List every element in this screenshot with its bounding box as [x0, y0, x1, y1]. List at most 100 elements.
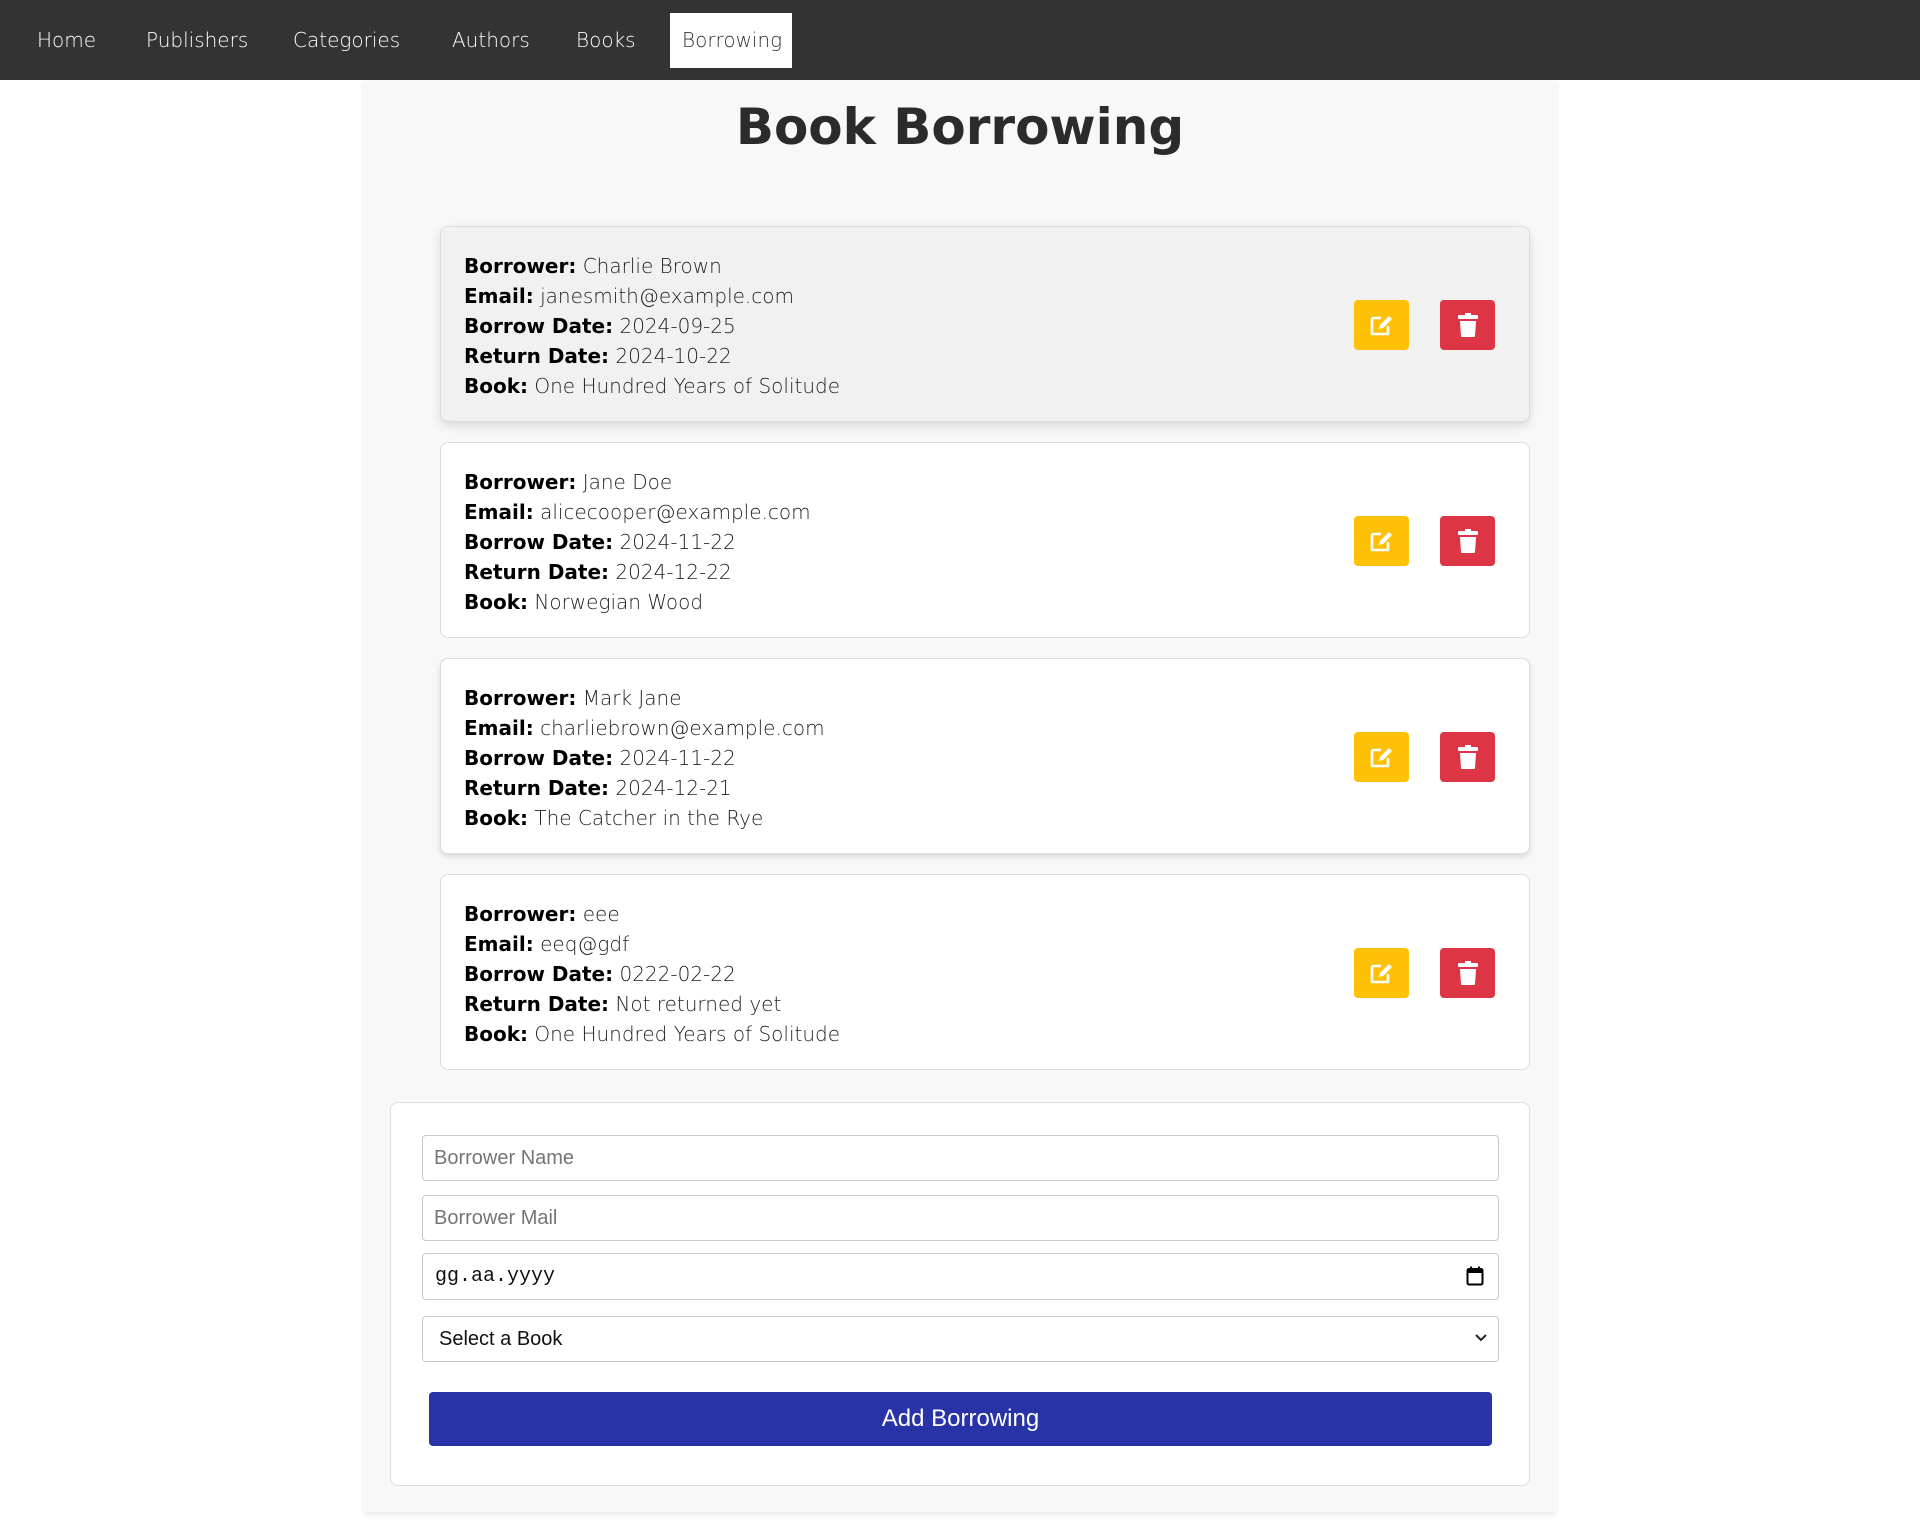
- borrowing-details: Borrower: Jane Doe Email: alicecooper@ex…: [464, 467, 811, 617]
- email-label: Email:: [464, 500, 534, 524]
- borrowing-card: Borrower: Mark Jane Email: charliebrown@…: [440, 658, 1530, 854]
- trash-icon: [1457, 529, 1478, 553]
- main-container: Book Borrowing Borrower: Charlie Brown E…: [364, 80, 1556, 1512]
- add-borrowing-form: gg.aa.yyyy Select a Book Add Borrowing: [390, 1102, 1530, 1486]
- email-line: Email: eeq@gdf: [464, 929, 840, 959]
- return-date-line: Return Date: 2024-12-21: [464, 773, 825, 803]
- book-value: Norwegian Wood: [534, 590, 704, 614]
- borrow-date-input[interactable]: gg.aa.yyyy: [422, 1253, 1499, 1300]
- edit-button[interactable]: [1354, 300, 1409, 350]
- nav-item-borrowing[interactable]: Borrowing: [670, 13, 792, 68]
- page-title: Book Borrowing: [735, 98, 1185, 156]
- return-date-value: Not returned yet: [615, 992, 782, 1016]
- return-date-label: Return Date:: [464, 560, 610, 584]
- borrower-value: Charlie Brown: [582, 254, 722, 278]
- borrow-date-value: 0222-02-22: [619, 962, 736, 986]
- borrowing-card: Borrower: eee Email: eeq@gdf Borrow Date…: [440, 874, 1530, 1070]
- nav-item-publishers[interactable]: Publishers: [133, 13, 261, 68]
- email-label: Email:: [464, 932, 534, 956]
- top-nav: Home Publishers Categories Authors Books…: [0, 0, 1920, 80]
- borrow-date-value: 2024-11-22: [619, 746, 736, 770]
- book-line: Book: Norwegian Wood: [464, 587, 811, 617]
- borrower-line: Borrower: Charlie Brown: [464, 251, 840, 281]
- email-line: Email: alicecooper@example.com: [464, 497, 811, 527]
- book-value: The Catcher in the Rye: [534, 806, 764, 830]
- edit-button[interactable]: [1354, 948, 1409, 998]
- edit-icon: [1370, 316, 1392, 336]
- delete-button[interactable]: [1440, 948, 1495, 998]
- return-date-label: Return Date:: [464, 344, 610, 368]
- nav-item-books[interactable]: Books: [563, 13, 649, 68]
- edit-icon: [1370, 748, 1392, 768]
- nav-item-home[interactable]: Home: [24, 13, 109, 68]
- return-date-value: 2024-10-22: [615, 344, 732, 368]
- edit-button[interactable]: [1354, 732, 1409, 782]
- book-line: Book: One Hundred Years of Solitude: [464, 1019, 840, 1049]
- book-label: Book:: [464, 1022, 529, 1046]
- borrower-label: Borrower:: [464, 902, 577, 926]
- book-line: Book: One Hundred Years of Solitude: [464, 371, 840, 401]
- email-value: alicecooper@example.com: [540, 500, 811, 524]
- borrower-value: Jane Doe: [582, 470, 673, 494]
- book-select[interactable]: Select a Book: [422, 1316, 1499, 1362]
- return-date-line: Return Date: 2024-10-22: [464, 341, 840, 371]
- return-date-label: Return Date:: [464, 776, 610, 800]
- borrower-value: Mark Jane: [582, 686, 682, 710]
- trash-icon: [1457, 745, 1478, 769]
- nav-item-authors[interactable]: Authors: [439, 13, 543, 68]
- email-value: eeq@gdf: [540, 932, 630, 956]
- delete-button[interactable]: [1440, 732, 1495, 782]
- book-select-value: Select a Book: [439, 1328, 563, 1350]
- nav-item-categories[interactable]: Categories: [280, 13, 413, 68]
- edit-icon: [1370, 532, 1392, 552]
- edit-icon: [1370, 964, 1392, 984]
- borrower-line: Borrower: Mark Jane: [464, 683, 825, 713]
- borrower-line: Borrower: eee: [464, 899, 840, 929]
- chevron-down-icon: [1475, 1334, 1487, 1342]
- email-line: Email: janesmith@example.com: [464, 281, 840, 311]
- borrow-date-line: Borrow Date: 2024-09-25: [464, 311, 840, 341]
- add-borrowing-button[interactable]: Add Borrowing: [429, 1392, 1492, 1446]
- email-label: Email:: [464, 284, 534, 308]
- borrower-value: eee: [582, 902, 620, 926]
- book-value: One Hundred Years of Solitude: [534, 1022, 841, 1046]
- borrow-date-line: Borrow Date: 2024-11-22: [464, 527, 811, 557]
- borrow-date-line: Borrow Date: 0222-02-22: [464, 959, 840, 989]
- return-date-label: Return Date:: [464, 992, 610, 1016]
- borrower-line: Borrower: Jane Doe: [464, 467, 811, 497]
- return-date-value: 2024-12-22: [615, 560, 732, 584]
- return-date-line: Return Date: 2024-12-22: [464, 557, 811, 587]
- borrow-date-label: Borrow Date:: [464, 746, 614, 770]
- book-label: Book:: [464, 590, 529, 614]
- book-value: One Hundred Years of Solitude: [534, 374, 841, 398]
- date-input-value: gg.aa.yyyy: [435, 1265, 556, 1288]
- borrowing-details: Borrower: Mark Jane Email: charliebrown@…: [464, 683, 825, 833]
- borrow-date-value: 2024-09-25: [619, 314, 736, 338]
- borrower-label: Borrower:: [464, 686, 577, 710]
- borrower-name-input[interactable]: [422, 1135, 1499, 1181]
- email-label: Email:: [464, 716, 534, 740]
- borrower-label: Borrower:: [464, 254, 577, 278]
- borrow-date-label: Borrow Date:: [464, 530, 614, 554]
- borrowing-card: Borrower: Jane Doe Email: alicecooper@ex…: [440, 442, 1530, 638]
- book-label: Book:: [464, 374, 529, 398]
- email-line: Email: charliebrown@example.com: [464, 713, 825, 743]
- borrow-date-value: 2024-11-22: [619, 530, 736, 554]
- edit-button[interactable]: [1354, 516, 1409, 566]
- borrower-label: Borrower:: [464, 470, 577, 494]
- email-value: janesmith@example.com: [540, 284, 795, 308]
- delete-button[interactable]: [1440, 300, 1495, 350]
- borrowing-details: Borrower: Charlie Brown Email: janesmith…: [464, 251, 840, 401]
- borrowing-details: Borrower: eee Email: eeq@gdf Borrow Date…: [464, 899, 840, 1049]
- trash-icon: [1457, 961, 1478, 985]
- borrow-date-line: Borrow Date: 2024-11-22: [464, 743, 825, 773]
- borrow-date-label: Borrow Date:: [464, 962, 614, 986]
- return-date-value: 2024-12-21: [615, 776, 732, 800]
- borrowing-card: Borrower: Charlie Brown Email: janesmith…: [440, 226, 1530, 422]
- borrower-mail-input[interactable]: [422, 1195, 1499, 1241]
- trash-icon: [1457, 313, 1478, 337]
- delete-button[interactable]: [1440, 516, 1495, 566]
- calendar-icon[interactable]: [1466, 1266, 1484, 1286]
- return-date-line: Return Date: Not returned yet: [464, 989, 840, 1019]
- email-value: charliebrown@example.com: [540, 716, 825, 740]
